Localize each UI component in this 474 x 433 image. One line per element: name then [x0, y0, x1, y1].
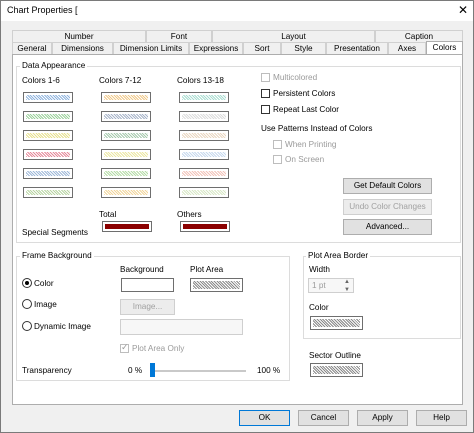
use-patterns-label: Use Patterns Instead of Colors	[261, 124, 373, 133]
tab-dimensions[interactable]: Dimensions	[52, 42, 113, 54]
tab-number[interactable]: Number	[12, 30, 146, 42]
dynamic-image-radio[interactable]	[22, 321, 32, 331]
color-7-12-swatch[interactable]	[101, 111, 151, 122]
color-1-6-swatch[interactable]	[23, 168, 73, 179]
help-button[interactable]: Help	[416, 410, 467, 426]
background-color-swatch[interactable]	[121, 278, 174, 292]
plot-area-border-title: Plot Area Border	[306, 251, 371, 261]
on-screen-checkbox[interactable]	[273, 155, 282, 164]
plot-area-only-label: Plot Area Only	[132, 344, 185, 353]
dynamic-image-radio-label: Dynamic Image	[34, 322, 91, 331]
when-printing-checkbox[interactable]	[273, 140, 282, 149]
transparency-min-label: 0 %	[128, 366, 143, 375]
tab-axes[interactable]: Axes	[388, 42, 426, 54]
border-color-label: Color	[309, 303, 329, 312]
tab-layout[interactable]: Layout	[212, 30, 375, 42]
image-button[interactable]: Image...	[120, 299, 175, 315]
background-label: Background	[120, 265, 164, 274]
tab-font[interactable]: Font	[146, 30, 212, 42]
image-radio[interactable]	[22, 299, 32, 309]
persistent-colors-label: Persistent Colors	[273, 89, 336, 98]
tab-sort[interactable]: Sort	[243, 42, 281, 54]
color-1-6-swatch[interactable]	[23, 111, 73, 122]
color-1-6-swatch[interactable]	[23, 92, 73, 103]
spinner-down-icon[interactable]: ▼	[344, 285, 350, 295]
color-1-6-swatch[interactable]	[23, 130, 73, 141]
transparency-slider-thumb[interactable]	[150, 363, 155, 377]
plot-area-color-swatch[interactable]	[190, 278, 243, 292]
chart-properties-dialog: Chart Properties [ ✕ Number Font Layout …	[0, 0, 474, 433]
color-13-18-swatch[interactable]	[179, 149, 229, 160]
sector-outline-label: Sector Outline	[309, 351, 361, 360]
advanced-button[interactable]: Advanced...	[343, 219, 432, 235]
color-13-18-swatch[interactable]	[179, 130, 229, 141]
data-appearance-title: Data Appearance	[20, 61, 88, 71]
title-bar: Chart Properties [ ✕	[1, 1, 473, 21]
color-1-6-swatch[interactable]	[23, 149, 73, 160]
colors-1-6-label: Colors 1-6	[22, 76, 60, 85]
special-segments-label: Special Segments	[22, 228, 88, 237]
dynamic-image-field[interactable]	[120, 319, 243, 335]
colors-7-12-label: Colors 7-12	[99, 76, 142, 85]
plot-area-only-checkbox[interactable]	[120, 342, 129, 353]
close-icon[interactable]: ✕	[457, 3, 469, 17]
color-7-12-swatch[interactable]	[101, 187, 151, 198]
ok-button[interactable]: OK	[239, 410, 290, 426]
frame-background-title: Frame Background	[20, 251, 94, 261]
tab-general[interactable]: General	[12, 42, 52, 54]
color-13-18-swatch[interactable]	[179, 92, 229, 103]
dialog-button-bar: OK Cancel Apply Help	[1, 406, 473, 432]
window-title: Chart Properties [	[7, 5, 78, 15]
multicolored-label: Multicolored	[273, 73, 318, 82]
color-1-6-swatch[interactable]	[23, 187, 73, 198]
tab-presentation[interactable]: Presentation	[326, 42, 388, 54]
width-label: Width	[309, 265, 330, 274]
tab-style[interactable]: Style	[281, 42, 326, 54]
undo-color-changes-button[interactable]: Undo Color Changes	[343, 199, 432, 215]
color-13-18-swatch[interactable]	[179, 187, 229, 198]
persistent-colors-checkbox[interactable]	[261, 89, 270, 98]
color-7-12-swatch[interactable]	[101, 92, 151, 103]
sector-outline-swatch[interactable]	[310, 363, 363, 377]
repeat-last-color-checkbox[interactable]	[261, 105, 270, 114]
tab-expressions[interactable]: Expressions	[189, 42, 243, 54]
plot-area-label: Plot Area	[190, 265, 224, 274]
others-label: Others	[177, 210, 202, 219]
when-printing-label: When Printing	[285, 140, 337, 149]
total-color-swatch[interactable]	[102, 221, 152, 232]
on-screen-label: On Screen	[285, 155, 325, 164]
tab-colors[interactable]: Colors	[426, 41, 463, 55]
others-color-swatch[interactable]	[180, 221, 230, 232]
border-color-swatch[interactable]	[310, 316, 363, 330]
color-radio[interactable]	[22, 278, 32, 288]
color-13-18-swatch[interactable]	[179, 111, 229, 122]
image-radio-label: Image	[34, 300, 57, 309]
color-7-12-swatch[interactable]	[101, 130, 151, 141]
tab-dimension-limits[interactable]: Dimension Limits	[113, 42, 189, 54]
transparency-slider-track[interactable]	[151, 370, 246, 372]
transparency-label: Transparency	[22, 366, 72, 375]
transparency-max-label: 100 %	[257, 366, 281, 375]
multicolored-checkbox[interactable]	[261, 73, 270, 82]
colors-13-18-label: Colors 13-18	[177, 76, 224, 85]
color-13-18-swatch[interactable]	[179, 168, 229, 179]
get-default-colors-button[interactable]: Get Default Colors	[343, 178, 432, 194]
apply-button[interactable]: Apply	[357, 410, 408, 426]
total-label: Total	[99, 210, 117, 219]
data-appearance-group	[16, 66, 461, 243]
cancel-button[interactable]: Cancel	[298, 410, 349, 426]
color-7-12-swatch[interactable]	[101, 149, 151, 160]
repeat-last-color-label: Repeat Last Color	[273, 105, 339, 114]
color-7-12-swatch[interactable]	[101, 168, 151, 179]
color-radio-label: Color	[34, 279, 54, 288]
